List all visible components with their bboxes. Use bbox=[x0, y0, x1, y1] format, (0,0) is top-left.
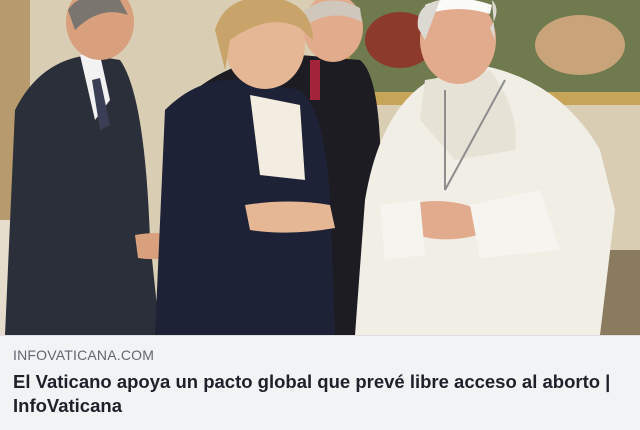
source-domain[interactable]: INFOVATICANA.COM bbox=[13, 346, 628, 364]
article-headline[interactable]: El Vaticano apoya un pacto global que pr… bbox=[13, 370, 628, 418]
photo-illustration bbox=[0, 0, 640, 335]
link-preview-card[interactable]: INFOVATICANA.COM El Vaticano apoya un pa… bbox=[0, 0, 640, 430]
link-preview-meta: INFOVATICANA.COM El Vaticano apoya un pa… bbox=[0, 335, 640, 430]
article-photo[interactable] bbox=[0, 0, 640, 335]
